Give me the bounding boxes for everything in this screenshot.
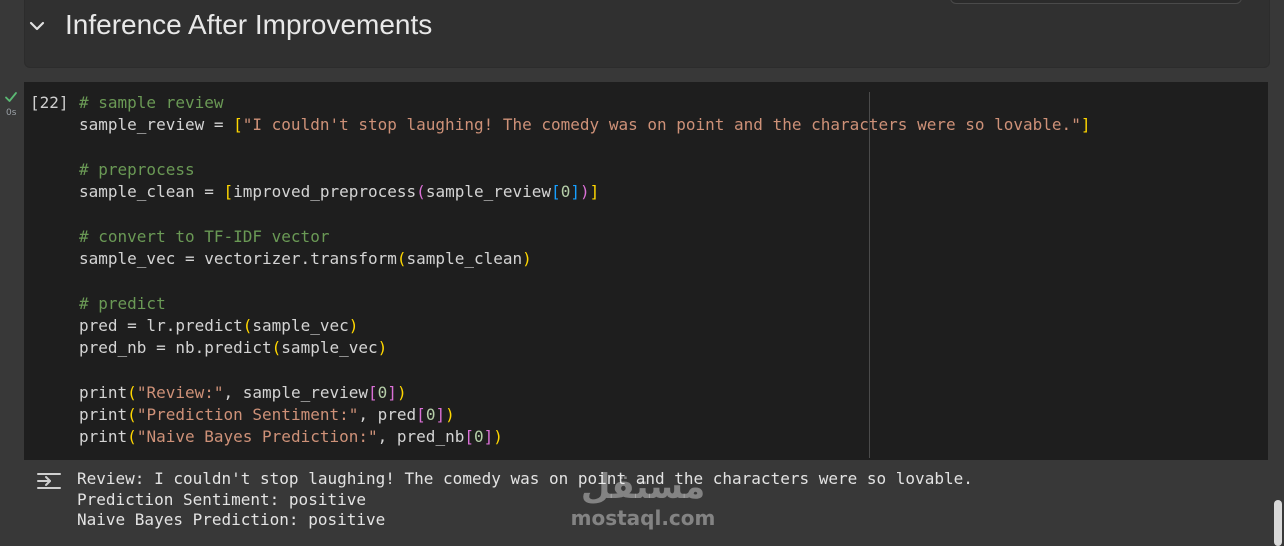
code-line[interactable]: sample_clean = [improved_preprocess(samp…	[79, 181, 1090, 203]
code-line[interactable]: print("Review:", sample_review[0])	[79, 382, 1090, 404]
code-line[interactable]: sample_review = ["I couldn't stop laughi…	[79, 114, 1090, 136]
code-line[interactable]: # convert to TF-IDF vector	[79, 226, 1090, 248]
code-line[interactable]	[79, 203, 1090, 225]
code-line[interactable]	[79, 360, 1090, 382]
code-line[interactable]	[79, 270, 1090, 292]
section-title[interactable]: Inference After Improvements	[65, 9, 432, 41]
code-line[interactable]	[79, 137, 1090, 159]
toolbar-edge	[950, 0, 1242, 4]
output-line: Prediction Sentiment: positive	[77, 489, 366, 509]
code-line[interactable]: pred_nb = nb.predict(sample_vec)	[79, 337, 1090, 359]
watermark-logo: مستقل mostaql.com	[568, 468, 718, 538]
code-line[interactable]: print("Prediction Sentiment:", pred[0])	[79, 404, 1090, 426]
run-time: 0s	[6, 108, 17, 118]
code-line[interactable]: sample_vec = vectorizer.transform(sample…	[79, 248, 1090, 270]
watermark-latin: mostaql.com	[570, 506, 716, 530]
execution-count[interactable]: [22]	[30, 93, 69, 112]
code-line[interactable]: print("Naive Bayes Prediction:", pred_nb…	[79, 426, 1090, 448]
output-line: Naive Bayes Prediction: positive	[77, 510, 386, 529]
output-collapse-icon[interactable]	[36, 470, 62, 492]
check-icon	[5, 92, 17, 102]
code-line[interactable]: # preprocess	[79, 159, 1090, 181]
scrollbar[interactable]	[1274, 500, 1282, 546]
cell-output: Review: I couldn't stop laughing! The co…	[77, 469, 973, 531]
watermark-arabic: مستقل	[580, 467, 706, 507]
code-editor[interactable]: # sample review sample_review = ["I could…	[79, 92, 1090, 449]
code-line[interactable]: pred = lr.predict(sample_vec)	[79, 315, 1090, 337]
chevron-down-icon[interactable]	[26, 15, 48, 37]
output-line: Review: I couldn't stop laughing! The co…	[77, 469, 973, 488]
code-line[interactable]: # sample review	[79, 92, 1090, 114]
code-line[interactable]: # predict	[79, 293, 1090, 315]
